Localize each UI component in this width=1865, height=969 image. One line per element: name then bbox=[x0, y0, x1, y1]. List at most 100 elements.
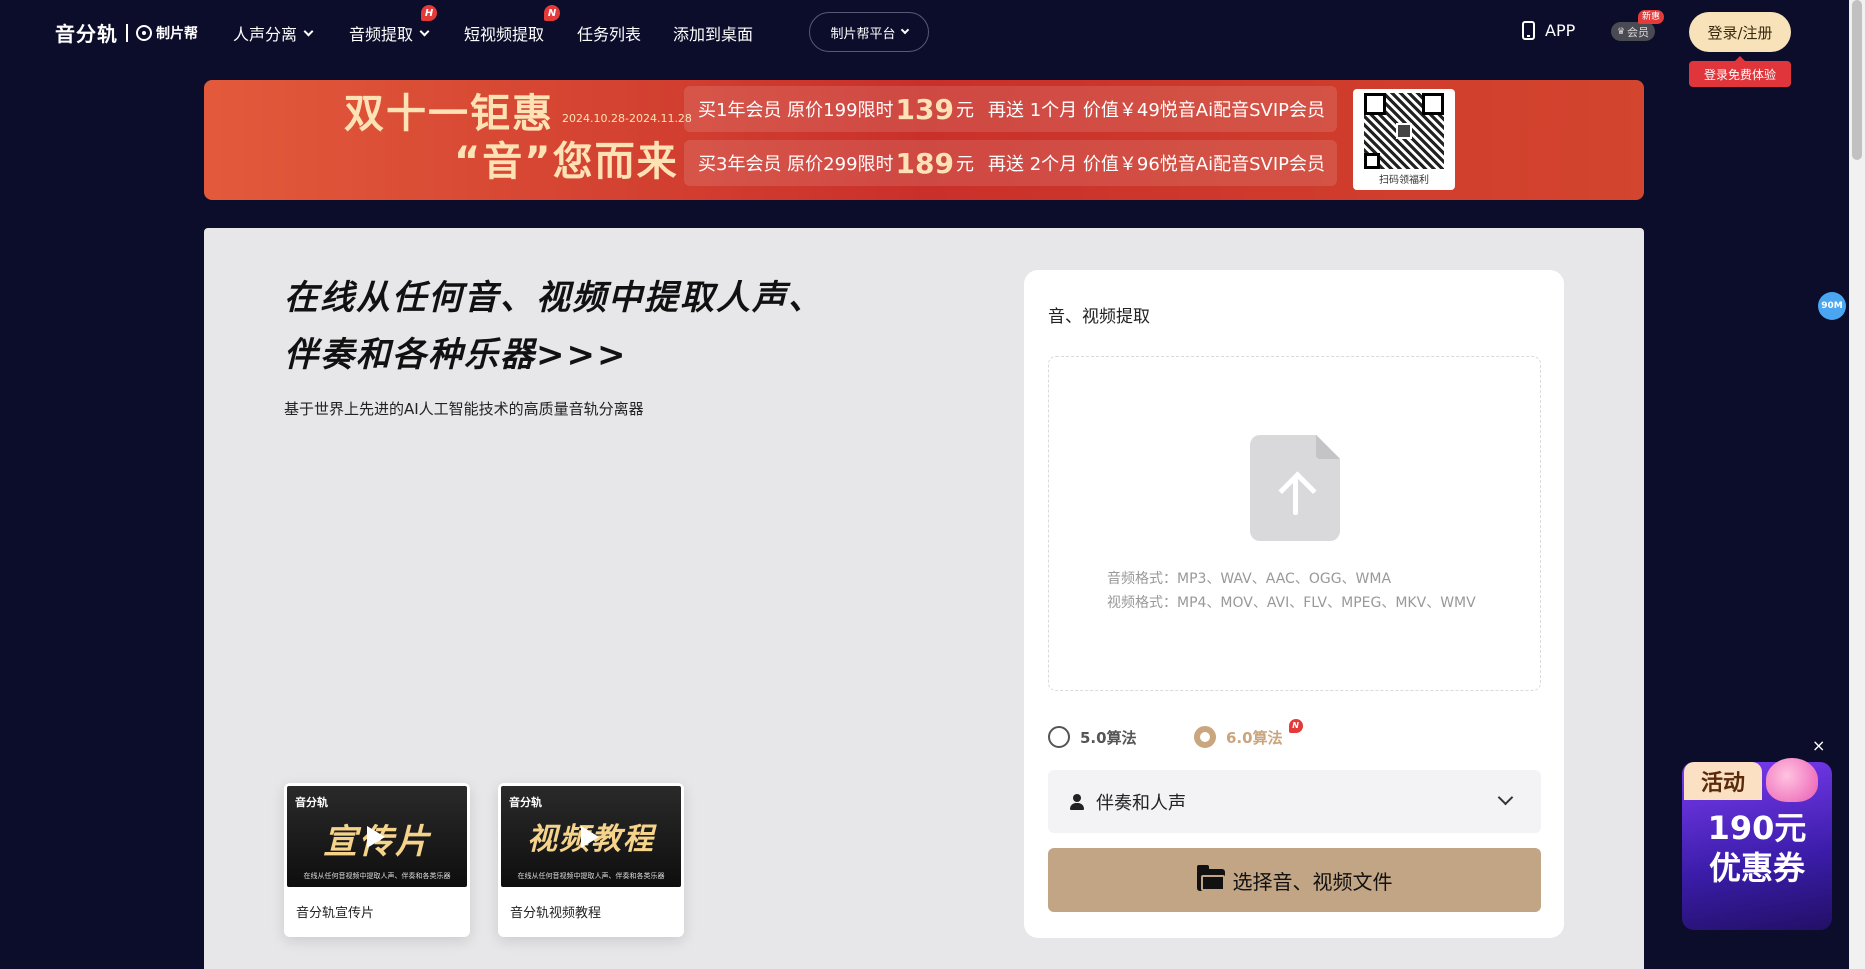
video-thumbnail: 音分轨 视频教程 在线从任何音视频中提取人声、伴奏和各类乐器 bbox=[501, 786, 681, 887]
phone-icon bbox=[1522, 21, 1535, 40]
partner-logo: 制片帮 bbox=[136, 23, 198, 43]
chevron-down-icon bbox=[1497, 789, 1514, 806]
separation-mode-value: 伴奏和人声 bbox=[1096, 792, 1186, 814]
logo-divider bbox=[126, 23, 128, 42]
platform-label: 制片帮平台 bbox=[830, 26, 896, 42]
supported-formats: 音频格式：MP3、WAV、AAC、OGG、WMA 视频格式：MP4、MOV、AV… bbox=[1107, 567, 1476, 615]
offer-price: 139 bbox=[895, 92, 954, 126]
chevron-down-icon bbox=[303, 26, 314, 36]
promo-tab: 活动 bbox=[1684, 762, 1762, 800]
nav-item-short-video-extract[interactable]: N 短视频提取 bbox=[464, 5, 560, 45]
vip-button[interactable]: ♛ 会员 bbox=[1611, 22, 1655, 41]
coupon-promo[interactable]: 活动 190元 优惠券 bbox=[1682, 758, 1832, 930]
hero-title: 在线从任何音、视频中提取人声、伴奏和各种乐器>>> bbox=[284, 278, 824, 375]
algo-label: 6.0算法 bbox=[1226, 728, 1283, 747]
nav-item-add-to-desktop[interactable]: 添加到桌面 bbox=[673, 21, 753, 45]
nav-item-label: 任务列表 bbox=[577, 25, 642, 44]
hero-subtitle: 基于世界上先进的AI人工智能技术的高质量音轨分离器 bbox=[284, 400, 644, 418]
choose-file-label: 选择音、视频文件 bbox=[1232, 869, 1393, 894]
video-brand: 音分轨 bbox=[509, 796, 542, 809]
login-tip-tooltip: 登录免费体验 bbox=[1689, 56, 1791, 87]
qr-code-icon bbox=[1364, 93, 1444, 169]
radio-checked[interactable] bbox=[1194, 726, 1216, 748]
algo-option-5[interactable]: 5.0算法 bbox=[1048, 726, 1137, 748]
choose-file-button[interactable]: 选择音、视频文件 bbox=[1048, 848, 1541, 912]
offer-unit: 元 bbox=[955, 154, 974, 175]
nav-item-label: 添加到桌面 bbox=[673, 25, 754, 44]
qr-code: 扫码领福利 bbox=[1353, 89, 1455, 190]
video-card-promo[interactable]: 音分轨 宣传片 在线从任何音视频中提取人声、伴奏和各类乐器 音分轨宣传片 bbox=[284, 783, 470, 937]
nav-item-audio-extract[interactable]: H 音频提取 bbox=[349, 5, 437, 45]
qr-label: 扫码领福利 bbox=[1379, 175, 1429, 186]
platform-dropdown[interactable]: 制片帮平台 bbox=[809, 12, 929, 52]
banner-title-line1: 双十一钜惠 bbox=[344, 91, 554, 137]
offer-price: 189 bbox=[895, 146, 954, 180]
promo-text: 190元 优惠券 bbox=[1682, 808, 1832, 888]
offer-unit: 元 bbox=[955, 100, 974, 121]
audio-formats: 音频格式：MP3、WAV、AAC、OGG、WMA bbox=[1107, 571, 1392, 587]
new-badge: N bbox=[544, 5, 560, 21]
promo-banner[interactable]: 双十一钜惠 “音”您而来 2024.10.28-2024.11.28 买1年会员… bbox=[204, 80, 1644, 200]
offer-text: 买1年会员 原价199限时 bbox=[698, 100, 894, 121]
top-nav: 音分轨 制片帮 人声分离 H 音频提取 N 短视频提取 任务列表 添加到桌面 制… bbox=[0, 0, 1865, 87]
nav-item-task-list[interactable]: 任务列表 bbox=[577, 21, 641, 45]
file-drop-zone[interactable]: 音频格式：MP3、WAV、AAC、OGG、WMA 视频格式：MP4、MOV、AV… bbox=[1048, 356, 1541, 691]
heart-icon bbox=[1766, 758, 1818, 802]
video-brand: 音分轨 bbox=[295, 796, 328, 809]
qr-logo bbox=[1396, 123, 1412, 139]
crown-icon: ♛ bbox=[1616, 26, 1626, 37]
video-thumbnail: 音分轨 宣传片 在线从任何音视频中提取人声、伴奏和各类乐器 bbox=[287, 786, 467, 887]
video-label: 音分轨视频教程 bbox=[510, 906, 602, 921]
chevron-down-icon bbox=[900, 25, 909, 35]
separation-mode-select[interactable]: 伴奏和人声 bbox=[1048, 770, 1541, 833]
offer-text: 买3年会员 原价299限时 bbox=[698, 154, 894, 175]
upload-size-badge[interactable]: 90M bbox=[1818, 292, 1846, 320]
algo-option-6[interactable]: 6.0算法 N bbox=[1194, 718, 1303, 748]
algo-label: 5.0算法 bbox=[1080, 728, 1137, 747]
banner-date-range: 2024.10.28-2024.11.28 bbox=[562, 112, 692, 125]
upload-panel: 音、视频提取 音频格式：MP3、WAV、AAC、OGG、WMA 视频格式：MP4… bbox=[1024, 270, 1564, 938]
offer-1year: 买1年会员 原价199限时 139 元 再送 1个月 价值￥49悦音Ai配音SV… bbox=[684, 86, 1337, 132]
close-icon[interactable]: × bbox=[1812, 736, 1825, 755]
logo[interactable]: 音分轨 制片帮 bbox=[55, 18, 198, 47]
login-register-button[interactable]: 登录/注册 bbox=[1689, 12, 1791, 52]
app-download-link[interactable]: APP bbox=[1522, 21, 1575, 40]
offer-bonus: 再送 2个月 价值￥96悦音Ai配音SVIP会员 bbox=[987, 154, 1325, 175]
vip-label: 会员 bbox=[1627, 25, 1650, 39]
upload-arrow-icon bbox=[1293, 475, 1298, 515]
partner-logo-icon bbox=[136, 24, 152, 41]
video-card-tutorial[interactable]: 音分轨 视频教程 在线从任何音视频中提取人声、伴奏和各类乐器 音分轨视频教程 bbox=[498, 783, 684, 937]
banner-title-line2: “音”您而来 bbox=[454, 139, 679, 185]
hot-badge: H bbox=[421, 5, 437, 21]
nav-item-label: 音频提取 bbox=[349, 25, 414, 44]
video-thumb-caption: 在线从任何音视频中提取人声、伴奏和各类乐器 bbox=[517, 872, 665, 880]
upload-file-icon bbox=[1250, 435, 1340, 541]
scrollbar-thumb[interactable] bbox=[1852, 0, 1862, 160]
folder-icon bbox=[1196, 865, 1225, 891]
vip-new-badge: 新惠 bbox=[1638, 10, 1665, 24]
radio-unchecked[interactable] bbox=[1048, 726, 1070, 748]
promo-amount: 190元 bbox=[1707, 809, 1807, 847]
person-icon bbox=[1070, 793, 1084, 810]
banner-title: 双十一钜惠 “音”您而来 bbox=[344, 90, 679, 186]
upload-panel-title: 音、视频提取 bbox=[1048, 307, 1150, 327]
video-label: 音分轨宣传片 bbox=[296, 906, 375, 921]
main-content: 在线从任何音、视频中提取人声、伴奏和各种乐器>>> 基于世界上先进的AI人工智能… bbox=[204, 228, 1644, 969]
nav-item-label: 人声分离 bbox=[233, 25, 298, 44]
video-thumb-caption: 在线从任何音视频中提取人声、伴奏和各类乐器 bbox=[303, 872, 451, 880]
play-icon bbox=[581, 826, 599, 848]
app-label: APP bbox=[1545, 21, 1576, 40]
nav-item-vocal-separation[interactable]: 人声分离 bbox=[233, 21, 314, 45]
qr-finder bbox=[1364, 153, 1380, 169]
promo-coupon: 优惠券 bbox=[1708, 849, 1805, 887]
play-icon bbox=[367, 826, 385, 848]
chevron-down-icon bbox=[419, 26, 430, 36]
new-badge: N bbox=[1288, 718, 1303, 733]
algo-label-wrap: 6.0算法 N bbox=[1226, 718, 1303, 748]
offer-bonus: 再送 1个月 价值￥49悦音Ai配音SVIP会员 bbox=[987, 100, 1325, 121]
partner-logo-text: 制片帮 bbox=[156, 25, 198, 42]
video-formats: 视频格式：MP4、MOV、AVI、FLV、MPEG、MKV、WMV bbox=[1107, 595, 1476, 611]
logo-text: 音分轨 bbox=[55, 22, 118, 46]
nav-item-label: 短视频提取 bbox=[464, 25, 545, 44]
offer-3year: 买3年会员 原价299限时 189 元 再送 2个月 价值￥96悦音Ai配音SV… bbox=[684, 140, 1337, 186]
